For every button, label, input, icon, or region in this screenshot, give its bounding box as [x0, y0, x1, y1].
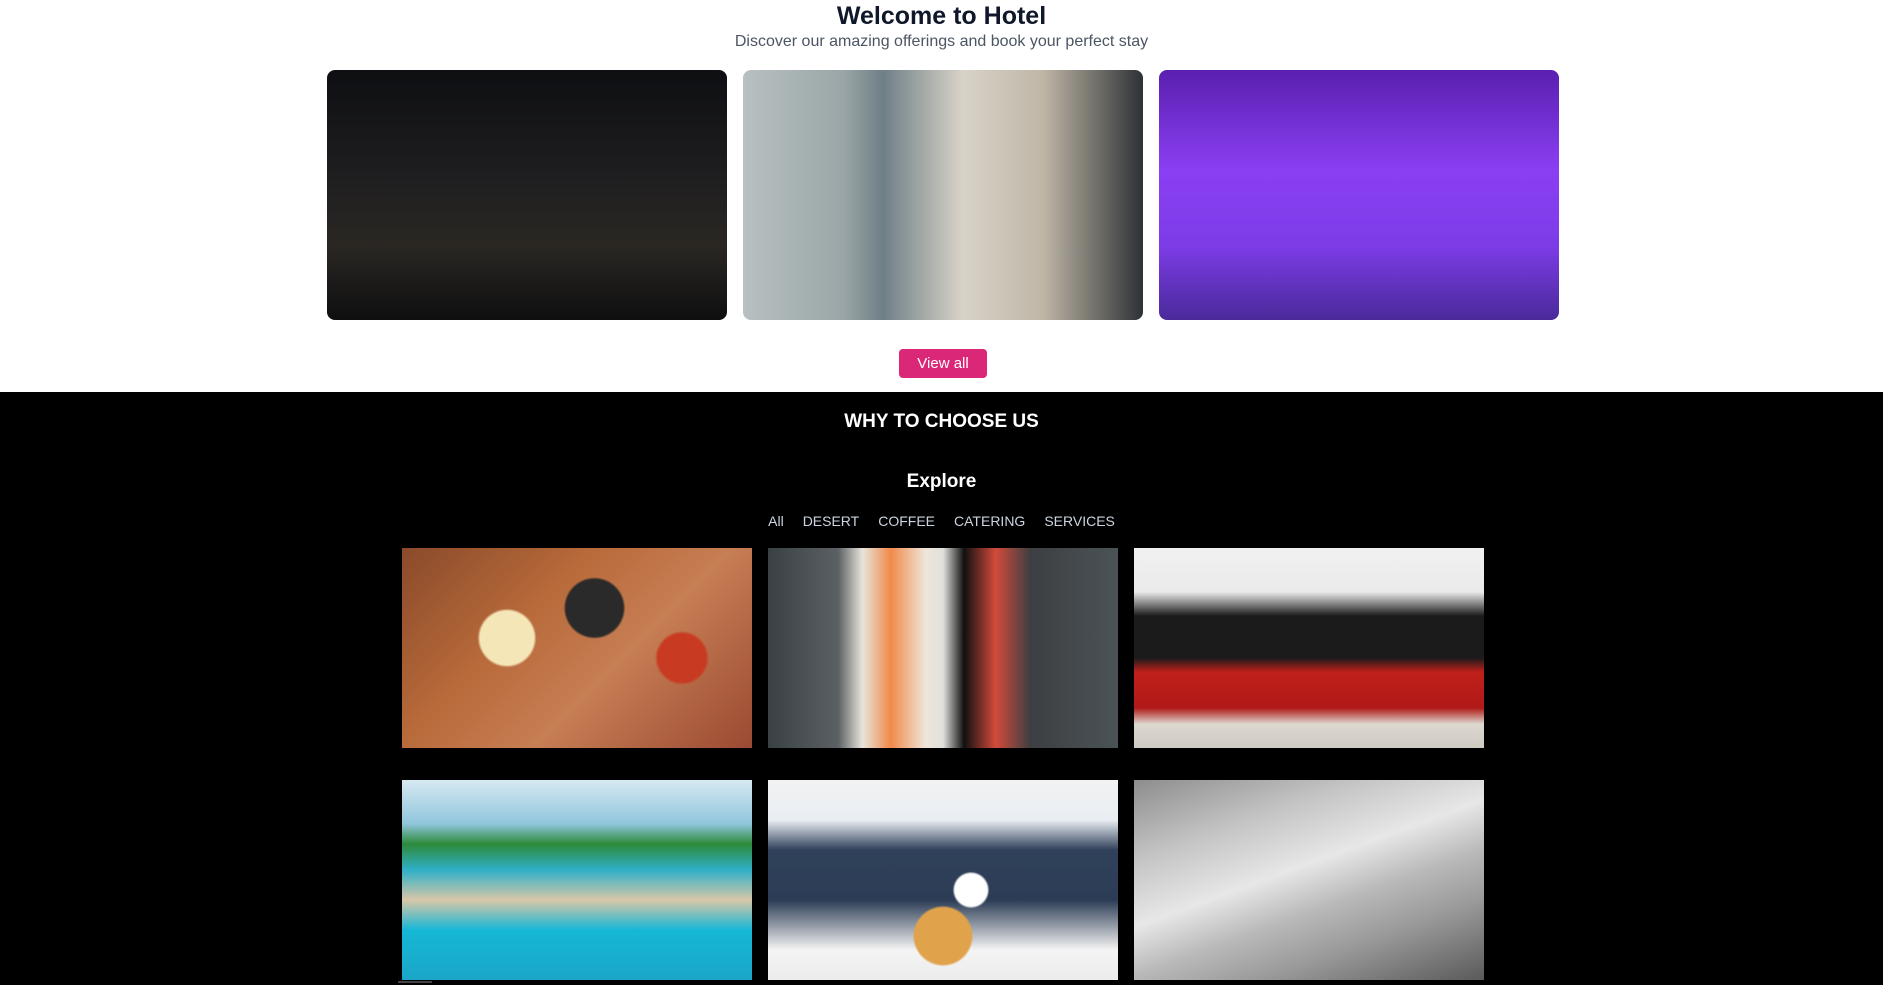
- gallery-bar-image[interactable]: [1134, 548, 1484, 748]
- horizontal-scrollbar[interactable]: [398, 981, 432, 983]
- filter-services[interactable]: SERVICES: [1044, 513, 1115, 529]
- why-choose-us-section: WHY TO CHOOSE US Explore All DESERT COFF…: [0, 392, 1883, 985]
- why-choose-us-heading: WHY TO CHOOSE US: [844, 411, 1039, 432]
- gallery-breakfast-image[interactable]: [402, 548, 752, 748]
- page-subtitle: Discover our amazing offerings and book …: [734, 33, 1149, 50]
- gallery-bed-amenities-image[interactable]: [1134, 780, 1484, 980]
- filter-coffee[interactable]: COFFEE: [878, 513, 935, 529]
- gallery-sushi-image[interactable]: [768, 548, 1118, 748]
- hero-section: Welcome to Hotel Discover our amazing of…: [0, 0, 1883, 392]
- filter-all[interactable]: All: [768, 513, 784, 529]
- gallery-beach-pool-image[interactable]: [402, 780, 752, 980]
- explore-heading: Explore: [906, 471, 977, 492]
- filter-catering[interactable]: CATERING: [954, 513, 1025, 529]
- room-image-bathroom[interactable]: [743, 70, 1143, 320]
- view-all-button[interactable]: View all: [899, 349, 987, 378]
- filter-desert[interactable]: DESERT: [803, 513, 860, 529]
- page-title: Welcome to Hotel: [836, 2, 1047, 30]
- gallery-room-service-image[interactable]: [768, 780, 1118, 980]
- gallery-filter-tabs: All DESERT COFFEE CATERING SERVICES: [0, 513, 1883, 529]
- room-image-purple-bedroom[interactable]: [1159, 70, 1559, 320]
- room-image-luxury-fireplace[interactable]: [327, 70, 727, 320]
